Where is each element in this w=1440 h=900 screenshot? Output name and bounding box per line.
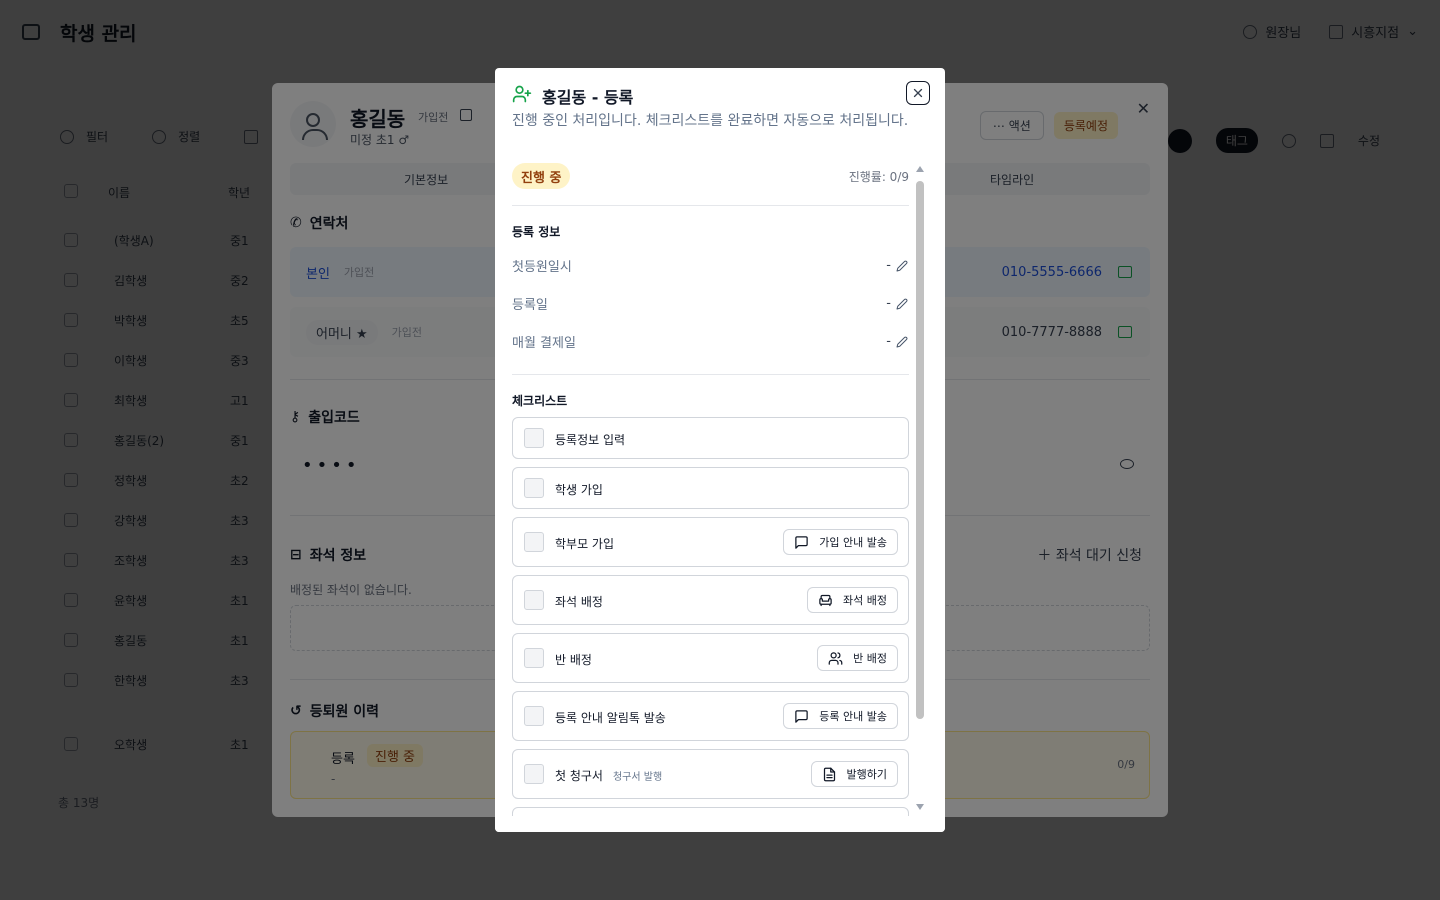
scroll-down-arrow[interactable]	[916, 804, 924, 810]
pencil-icon[interactable]	[896, 295, 908, 314]
users-icon	[828, 651, 843, 665]
checklist-item[interactable]: 좌석 배정 좌석 배정	[512, 575, 909, 625]
document-icon	[823, 767, 835, 781]
checklist-section-title: 체크리스트	[512, 394, 568, 408]
info-label: 매월 결제일	[512, 335, 576, 351]
issue-invoice-button[interactable]: 발행하기	[810, 761, 898, 787]
checklist-checkbox[interactable]	[524, 764, 544, 784]
checklist-checkbox[interactable]	[524, 532, 544, 552]
info-row-payment-day: 매월 결제일 -	[512, 330, 909, 352]
checklist-checkbox[interactable]	[524, 428, 544, 448]
checklist-item[interactable]: 등록정보 입력	[512, 417, 909, 459]
assign-seat-button[interactable]: 좌석 배정	[807, 587, 898, 613]
info-value: -	[886, 257, 891, 273]
info-value: -	[886, 295, 891, 311]
checklist-label: 학부모 가입	[555, 537, 615, 551]
registration-modal: 홍길동 - 등록 진행 중인 처리입니다. 체크리스트를 완료하면 자동으로 처…	[495, 68, 945, 832]
checklist-label: 반 배정	[555, 653, 592, 667]
modal-title: 홍길동 - 등록	[542, 88, 634, 107]
progress-text: 진행률: 0/9	[848, 170, 909, 184]
checklist-item[interactable]: 반 배정 반 배정	[512, 633, 909, 683]
checklist-item[interactable]: 학생 가입	[512, 467, 909, 509]
checklist-checkbox[interactable]	[524, 590, 544, 610]
info-section-title: 등록 정보	[512, 225, 561, 239]
checklist-sublabel: 청구서 발행	[612, 772, 663, 783]
info-row-register-date: 등록일 -	[512, 292, 909, 314]
divider	[512, 374, 909, 375]
button-label: 반 배정	[853, 652, 887, 665]
send-signup-guide-button[interactable]: 가입 안내 발송	[783, 529, 898, 555]
checklist-label: 등록 안내 알림톡 발송	[555, 711, 666, 725]
pencil-icon[interactable]	[896, 333, 908, 352]
send-registration-guide-button[interactable]: 등록 안내 발송	[783, 703, 898, 729]
button-label: 가입 안내 발송	[819, 536, 887, 549]
checklist-item[interactable]: 첫 청구서 청구서 발행 발행하기	[512, 749, 909, 799]
checklist-label: 등록정보 입력	[555, 433, 626, 447]
info-value: -	[886, 333, 891, 349]
seat-icon	[819, 594, 832, 606]
checklist-label-group: 첫 청구서 청구서 발행	[555, 767, 662, 784]
scrollbar-thumb[interactable]	[916, 181, 924, 719]
info-label: 첫등원일시	[512, 259, 572, 275]
checklist-label: 좌석 배정	[555, 595, 603, 609]
assign-class-button[interactable]: 반 배정	[817, 645, 898, 671]
close-icon	[913, 88, 923, 98]
button-label: 발행하기	[846, 768, 887, 781]
divider	[512, 205, 909, 206]
info-row-first-attendance: 첫등원일시 -	[512, 254, 909, 276]
checklist-checkbox[interactable]	[524, 706, 544, 726]
close-button[interactable]	[906, 81, 930, 105]
pencil-icon[interactable]	[896, 257, 908, 276]
checklist-checkbox[interactable]	[524, 648, 544, 668]
message-icon	[795, 535, 809, 549]
status-badge: 진행 중	[512, 163, 571, 189]
checklist-label: 학생 가입	[555, 483, 603, 497]
modal-bottom-padding	[495, 816, 945, 832]
scroll-up-arrow[interactable]	[916, 166, 924, 172]
user-plus-icon	[512, 84, 532, 108]
button-label: 좌석 배정	[843, 594, 887, 607]
info-label: 등록일	[512, 297, 548, 313]
button-label: 등록 안내 발송	[819, 710, 887, 723]
checklist-item[interactable]: 학부모 가입 가입 안내 발송	[512, 517, 909, 567]
checklist-checkbox[interactable]	[524, 478, 544, 498]
modal-description: 진행 중인 처리입니다. 체크리스트를 완료하면 자동으로 처리됩니다.	[512, 113, 909, 129]
message-icon	[795, 709, 809, 723]
checklist-item[interactable]: 등록 안내 알림톡 발송 등록 안내 발송	[512, 691, 909, 741]
checklist-label: 첫 청구서	[555, 769, 603, 783]
